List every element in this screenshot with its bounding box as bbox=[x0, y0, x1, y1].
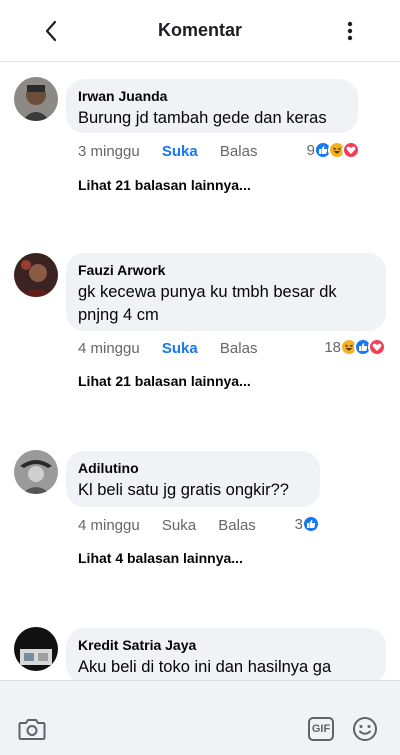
comment-time: 3 minggu bbox=[78, 143, 140, 160]
avatar[interactable] bbox=[14, 253, 58, 297]
comment-time: 4 minggu bbox=[78, 517, 140, 534]
comment-actions: 4 minggu Suka Balas bbox=[78, 340, 275, 357]
comment-bubble[interactable]: Fauzi Arwork gk kecewa punya ku tmbh bes… bbox=[66, 253, 386, 331]
comment-time: 4 minggu bbox=[78, 340, 140, 357]
reaction-summary[interactable]: 3 bbox=[295, 515, 320, 533]
emoji-button[interactable] bbox=[352, 716, 378, 742]
comment-bubble[interactable]: Kredit Satria Jaya Aku beli di toko ini … bbox=[66, 628, 386, 684]
camera-icon bbox=[18, 719, 46, 740]
commenter-name[interactable]: Kredit Satria Jaya bbox=[78, 636, 374, 654]
gif-button[interactable]: GIF bbox=[308, 717, 334, 741]
comment-bubble[interactable]: Adilutino Kl beli satu jg gratis ongkir?… bbox=[66, 451, 320, 507]
reaction-summary[interactable]: 9 bbox=[307, 141, 360, 159]
love-icon bbox=[368, 338, 386, 356]
commenter-name[interactable]: Fauzi Arwork bbox=[78, 261, 374, 279]
comment-text: gk kecewa punya ku tmbh besar dk pnjng 4… bbox=[78, 283, 337, 324]
avatar[interactable] bbox=[14, 627, 58, 671]
comment-text: Burung jd tambah gede dan keras bbox=[78, 109, 327, 127]
comment-composer: GIF bbox=[0, 680, 400, 755]
view-more-replies-link[interactable]: Lihat 21 balasan lainnya... bbox=[78, 373, 251, 389]
reply-button[interactable]: Balas bbox=[220, 340, 258, 357]
like-button[interactable]: Suka bbox=[162, 143, 198, 160]
reply-button[interactable]: Balas bbox=[218, 517, 256, 534]
comment-actions: 4 minggu Suka Balas bbox=[78, 517, 274, 534]
like-button[interactable]: Suka bbox=[162, 340, 198, 357]
reaction-count: 18 bbox=[324, 338, 341, 356]
comment-bubble[interactable]: Irwan Juanda Burung jd tambah gede dan k… bbox=[66, 79, 358, 133]
avatar[interactable] bbox=[14, 77, 58, 121]
reply-button[interactable]: Balas bbox=[220, 143, 258, 160]
vertical-dots-icon bbox=[347, 21, 353, 41]
camera-button[interactable] bbox=[18, 717, 46, 741]
smiley-icon bbox=[353, 717, 377, 741]
avatar[interactable] bbox=[14, 450, 58, 494]
view-more-replies-link[interactable]: Lihat 4 balasan lainnya... bbox=[78, 550, 243, 566]
reaction-summary[interactable]: 18 bbox=[324, 338, 386, 356]
like-button[interactable]: Suka bbox=[162, 517, 196, 534]
comment-text: Kl beli satu jg gratis ongkir?? bbox=[78, 481, 289, 499]
comment-text: Aku beli di toko ini dan hasilnya ga bbox=[78, 658, 332, 676]
love-icon bbox=[342, 141, 360, 159]
commenter-name[interactable]: Adilutino bbox=[78, 459, 308, 477]
like-icon bbox=[302, 515, 320, 533]
more-options-button[interactable] bbox=[338, 18, 362, 44]
comment-actions: 3 minggu Suka Balas bbox=[78, 143, 275, 160]
top-bar: Komentar bbox=[0, 0, 400, 62]
commenter-name[interactable]: Irwan Juanda bbox=[78, 87, 346, 105]
view-more-replies-link[interactable]: Lihat 21 balasan lainnya... bbox=[78, 177, 251, 193]
